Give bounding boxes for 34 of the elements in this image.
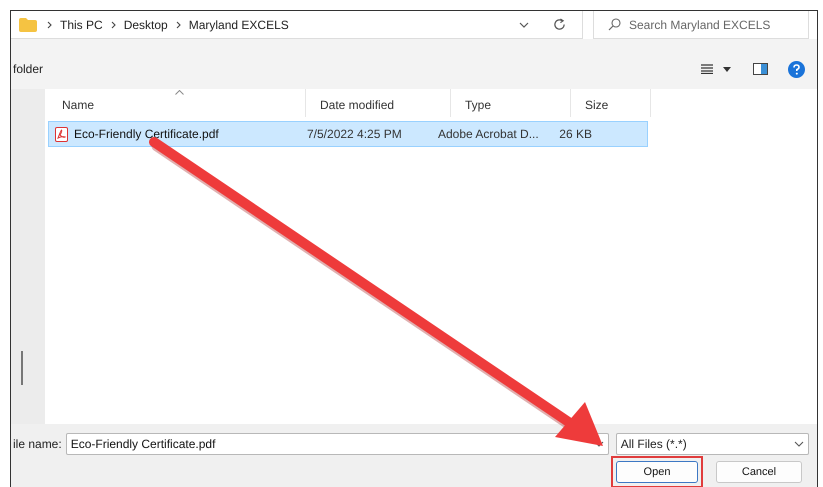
file-name-field[interactable]: Eco-Friendly Certificate.pdf: [66, 432, 609, 454]
file-name-label: ile name:: [13, 436, 62, 450]
breadcrumb-item[interactable]: This PC: [60, 18, 103, 32]
column-header[interactable]: Date modified: [306, 89, 451, 117]
file-type-text: Adobe Acrobat D...: [438, 127, 539, 141]
search-icon: [608, 18, 621, 31]
file-row[interactable]: Eco-Friendly Certificate.pdf 7/5/2022 4:25 PM Adobe Acrobat D... 26 KB: [48, 121, 648, 147]
dialog-button[interactable]: Open: [616, 461, 698, 483]
refresh-icon[interactable]: [553, 18, 566, 31]
column-header[interactable]: Size: [571, 89, 651, 117]
file-type-dropdown[interactable]: All Files (*.*): [616, 432, 809, 454]
sort-caret-icon: [175, 90, 184, 95]
preview-pane-icon[interactable]: [753, 63, 768, 75]
dialog-button[interactable]: Cancel: [716, 461, 802, 483]
file-size-text: 26 KB: [559, 127, 592, 141]
toolbar-label[interactable]: folder: [13, 62, 44, 76]
pdf-file-icon: [55, 126, 68, 142]
folder-icon: [19, 18, 37, 32]
view-list-icon[interactable]: [701, 64, 713, 74]
breadcrumb-item[interactable]: Desktop: [124, 18, 168, 32]
scrollbar-thumb[interactable]: [21, 351, 23, 385]
chevron-icon: [110, 20, 116, 28]
caret-icon[interactable]: [723, 66, 731, 72]
file-name: Eco-Friendly Certificate.pdf: [74, 127, 219, 141]
search-field[interactable]: Search Maryland EXCELS: [593, 11, 809, 39]
chevron-icon: [47, 20, 52, 28]
chevron-icon: [176, 20, 181, 28]
dropdown-chevron-icon: [794, 440, 804, 446]
help-icon[interactable]: [788, 60, 805, 78]
breadcrumb-item[interactable]: Maryland EXCELS: [188, 18, 289, 32]
dropdown-chevron-icon[interactable]: [519, 22, 529, 28]
date-modified-text: 7/5/2022 4:25 PM: [307, 127, 402, 141]
column-header[interactable]: Type: [451, 89, 571, 117]
column-header[interactable]: Name: [48, 89, 306, 117]
